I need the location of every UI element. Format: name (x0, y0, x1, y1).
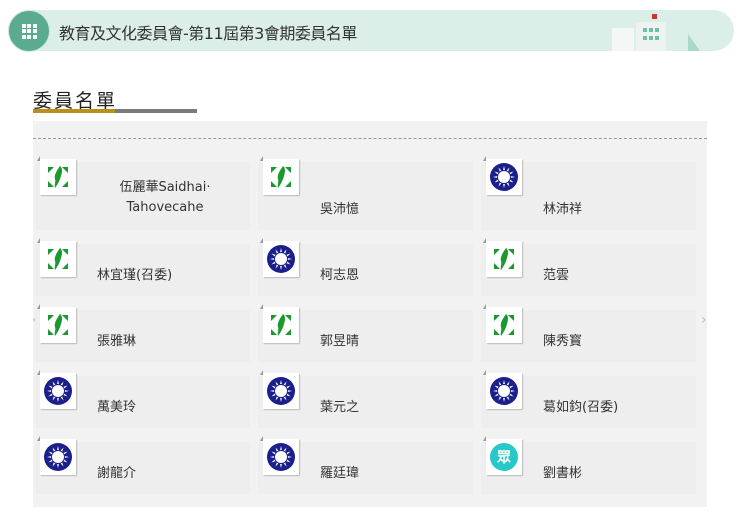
dpp-party-logo-icon (37, 156, 76, 195)
svg-text:眾: 眾 (496, 450, 511, 466)
kmt-party-logo-icon (260, 436, 299, 475)
member-card[interactable]: 葛如鈞(召委) (481, 370, 696, 428)
member-card[interactable]: 葉元之 (258, 370, 473, 428)
member-card[interactable]: 謝龍介 (35, 436, 250, 494)
dpp-party-logo-icon (37, 304, 76, 343)
member-card[interactable]: 陳秀寳 (481, 304, 696, 362)
member-card[interactable]: 萬美玲 (35, 370, 250, 428)
kmt-party-logo-icon (37, 370, 76, 409)
grid-icon (21, 23, 37, 39)
member-name: 劉書彬 (543, 466, 583, 481)
dpp-party-logo-icon (37, 238, 76, 277)
next-arrow-icon[interactable]: › (701, 312, 707, 328)
member-name: 張雅琳 (97, 334, 137, 349)
member-card[interactable]: 吳沛憶 (258, 156, 473, 230)
member-card[interactable]: 伍麗華Saidhai· Tahovecahe (35, 156, 250, 230)
member-card[interactable]: 眾劉書彬 (481, 436, 696, 494)
member-name: 陳秀寳 (543, 334, 583, 349)
member-name: 郭昱晴 (320, 334, 360, 349)
member-name: 萬美玲 (97, 400, 137, 415)
kmt-party-logo-icon (260, 370, 299, 409)
member-name: 伍麗華Saidhai· Tahovecahe (119, 180, 211, 215)
member-name: 葉元之 (320, 400, 360, 415)
member-card[interactable]: 范雲 (481, 238, 696, 296)
title-underline (33, 109, 115, 113)
member-card[interactable]: 張雅琳 (35, 304, 250, 362)
member-card[interactable]: 林沛祥 (481, 156, 696, 230)
member-name: 羅廷瑋 (320, 466, 360, 481)
dpp-party-logo-icon (260, 304, 299, 343)
member-name: 柯志恩 (320, 268, 360, 283)
member-name: 林宜瑾(召委) (97, 268, 173, 283)
member-name: 林沛祥 (543, 202, 583, 217)
title-underline-gray (115, 109, 197, 113)
tpp-party-logo-icon: 眾 (483, 436, 522, 475)
kmt-party-logo-icon (260, 238, 299, 277)
building-illustration (612, 14, 700, 51)
kmt-party-logo-icon (483, 156, 522, 195)
member-card[interactable]: 柯志恩 (258, 238, 473, 296)
dpp-party-logo-icon (260, 156, 299, 195)
kmt-party-logo-icon (37, 436, 76, 475)
member-name: 葛如鈞(召委) (543, 400, 619, 415)
page-title: 教育及文化委員會-第11屆第3會期委員名單 (59, 24, 357, 43)
kmt-party-logo-icon (483, 370, 522, 409)
member-card[interactable]: 羅廷瑋 (258, 436, 473, 494)
member-name: 謝龍介 (97, 466, 137, 481)
dpp-party-logo-icon (483, 304, 522, 343)
divider (33, 138, 707, 139)
member-name: 吳沛憶 (320, 202, 360, 217)
member-name: 范雲 (543, 268, 570, 283)
menu-button[interactable] (8, 10, 50, 52)
member-card[interactable]: 林宜瑾(召委) (35, 238, 250, 296)
member-card[interactable]: 郭昱晴 (258, 304, 473, 362)
dpp-party-logo-icon (483, 238, 522, 277)
